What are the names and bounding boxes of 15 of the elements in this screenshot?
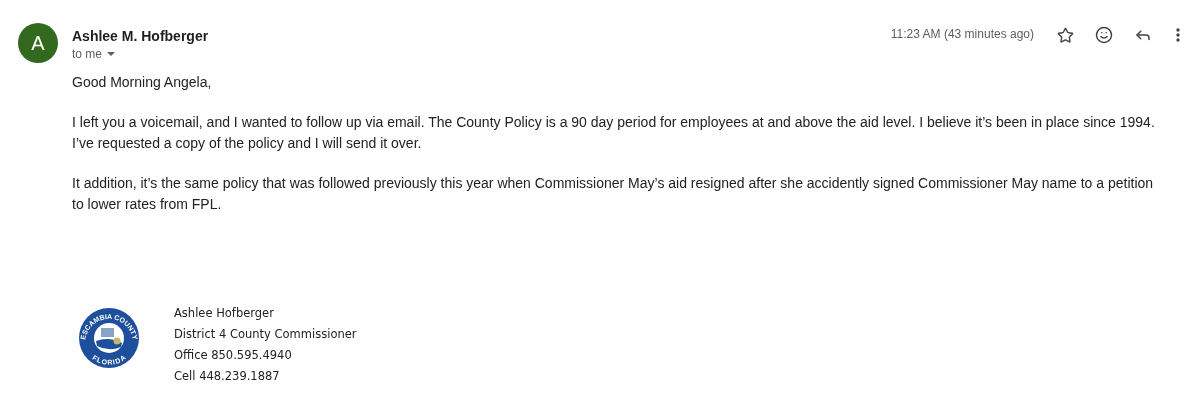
caret-icon xyxy=(107,52,115,56)
recipient-dropdown[interactable]: to me xyxy=(72,46,115,62)
timestamp: 11:23 AM (43 minutes ago) xyxy=(890,26,1034,42)
sender-name: Ashlee M. Hofberger xyxy=(72,27,210,46)
body-paragraph: It addition, it’s the same policy that was followed previously this year when Commissioner May’s aid resigned after she accidently signed Commissioner May name to a petition to lower rates from FPL. xyxy=(72,174,1155,214)
avatar: A xyxy=(18,23,58,63)
signature-line: Ashlee Hofberger xyxy=(174,305,275,322)
signature-line: Cell 448.239.1887 xyxy=(174,368,281,385)
signature-line: District 4 County Commissioner xyxy=(174,326,357,343)
star-icon xyxy=(1056,26,1074,44)
smiley-icon xyxy=(1095,26,1113,44)
body-paragraph: Good Morning Angela, xyxy=(72,73,213,92)
body-paragraph: I left you a voicemail, and I wanted to follow up via email. The County Policy is a 90 day period for employees at and above the aid level. I believe it’s been in place since 1994. I’ve requested a copy of the policy and I will send it over. xyxy=(72,113,1156,153)
more-icon xyxy=(1176,28,1180,42)
signature-line: Office 850.595.4940 xyxy=(174,347,293,364)
